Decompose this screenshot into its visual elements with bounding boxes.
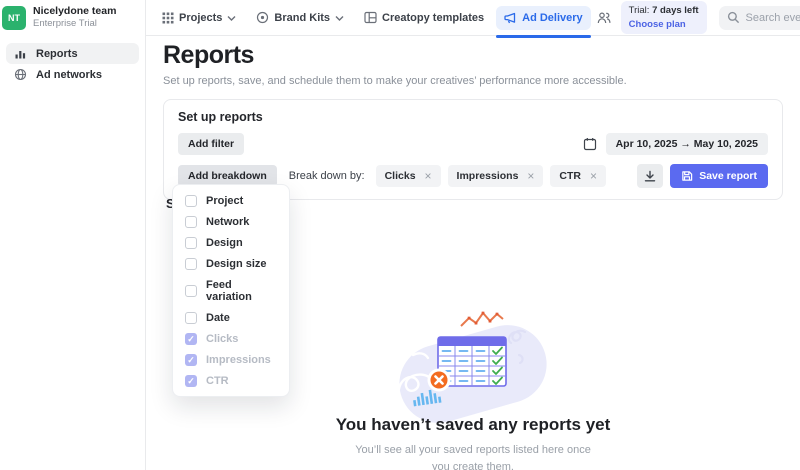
filter-row: Add filter Apr 10, 2025 → May 10, 2025 — [178, 133, 768, 155]
sidebar-nav: Reports Ad networks — [6, 43, 139, 85]
empty-state-title: You haven’t saved any reports yet — [335, 415, 611, 434]
nav-brand-kits[interactable]: Brand Kits — [248, 5, 352, 30]
menu-item-date[interactable]: Date — [173, 307, 289, 328]
templates-icon — [364, 11, 377, 24]
workspace-plan: Enterprise Trial — [33, 18, 97, 30]
menu-item-label: Impressions — [206, 353, 271, 366]
empty-subtitle-line1: You’ll see all your saved reports listed… — [355, 444, 591, 456]
chip-label: Impressions — [456, 170, 519, 182]
nav-creatopy-templates[interactable]: Creatopy templates — [356, 5, 492, 30]
empty-state-subtitle: You’ll see all your saved reports listed… — [163, 442, 783, 470]
search-icon — [727, 11, 739, 24]
members-button[interactable] — [595, 9, 613, 26]
reports-page: Reports Set up reports, save, and schedu… — [146, 36, 800, 470]
trial-banner[interactable]: Trial: 7 days left Choose plan — [620, 1, 707, 34]
search-bar[interactable]: × — [718, 5, 800, 30]
checkbox-checked — [185, 332, 197, 345]
menu-item-label: CTR — [206, 374, 229, 387]
download-icon — [645, 170, 656, 182]
page-subtitle: Set up reports, save, and schedule them … — [163, 75, 627, 87]
menu-item-design[interactable]: Design — [173, 232, 289, 253]
bar-chart-icon — [15, 51, 26, 59]
chevron-down-icon — [227, 15, 236, 21]
menu-item-ctr: CTR — [173, 370, 289, 391]
menu-item-label: Network — [206, 215, 250, 228]
chip-remove-icon[interactable]: × — [425, 170, 432, 182]
checkbox-checked — [185, 353, 197, 366]
workspace-name: Nicelydone team — [33, 5, 117, 17]
chevron-down-icon — [335, 15, 344, 21]
breakdown-chip-clicks: Clicks × — [375, 165, 441, 187]
workspace-logo: NT — [2, 5, 26, 30]
chip-remove-icon[interactable]: × — [527, 170, 534, 182]
page-title: Reports — [163, 41, 254, 69]
globe-icon — [14, 68, 27, 81]
save-icon — [682, 171, 693, 181]
checkbox-checked — [185, 374, 197, 387]
chip-label: Clicks — [384, 170, 416, 182]
download-report-button[interactable] — [637, 164, 664, 188]
menu-item-impressions: Impressions — [173, 349, 289, 370]
checkbox[interactable] — [185, 236, 197, 249]
nav-brand-kits-label: Brand Kits — [274, 11, 331, 24]
brand-kit-icon — [257, 11, 269, 24]
sidebar-item-ad-networks[interactable]: Ad networks — [6, 64, 139, 85]
search-input[interactable] — [745, 11, 800, 24]
checkbox[interactable] — [185, 194, 197, 207]
sidebar: NT Nicelydone team Enterprise Trial Repo… — [0, 0, 146, 470]
empty-subtitle-line2: you create them. — [432, 461, 514, 470]
users-icon — [597, 12, 611, 24]
trial-status: Trial: 7 days left — [628, 5, 699, 17]
grid-icon — [162, 12, 174, 23]
checkbox[interactable] — [185, 257, 197, 270]
menu-item-label: Design size — [206, 257, 267, 270]
empty-reports-illustration — [397, 311, 547, 423]
breakdown-chip-ctr: CTR × — [550, 165, 607, 187]
menu-item-label: Design — [206, 236, 243, 249]
sidebar-item-label: Reports — [36, 47, 78, 60]
menu-item-clicks: Clicks — [173, 328, 289, 349]
checkbox[interactable] — [185, 215, 197, 228]
menu-item-design-size[interactable]: Design size — [173, 253, 289, 274]
menu-item-project[interactable]: Project — [173, 190, 289, 211]
nav-creatopy-templates-label: Creatopy templates — [382, 11, 485, 24]
top-nav: Projects Brand Kits Creatopy templates A… — [146, 0, 800, 38]
save-report-label: Save report — [699, 170, 757, 182]
nav-projects-label: Projects — [179, 11, 223, 24]
app-window: NT Nicelydone team Enterprise Trial Repo… — [0, 0, 800, 470]
add-filter-button[interactable]: Add filter — [178, 133, 245, 155]
main-area: Projects Brand Kits Creatopy templates A… — [146, 0, 800, 470]
nav-ad-delivery[interactable]: Ad Delivery — [496, 5, 591, 38]
chip-label: CTR — [559, 170, 582, 182]
nav-projects[interactable]: Projects — [154, 6, 244, 30]
setup-reports-title: Set up reports — [178, 110, 263, 124]
calendar-icon — [583, 138, 596, 151]
menu-item-label: Project — [206, 194, 244, 207]
breakdown-chip-impressions: Impressions × — [447, 165, 544, 187]
sidebar-item-label: Ad networks — [36, 68, 103, 81]
save-report-button[interactable]: Save report — [670, 164, 768, 188]
date-range-picker[interactable]: Apr 10, 2025 → May 10, 2025 — [605, 133, 768, 155]
menu-item-label: Clicks — [206, 332, 239, 345]
sidebar-item-reports[interactable]: Reports — [6, 43, 139, 64]
breakdown-menu: Project Network Design Design size Feed … — [172, 184, 290, 397]
menu-item-feed-variation[interactable]: Feed variation — [173, 274, 289, 307]
workspace-switcher[interactable]: NT Nicelydone team Enterprise Trial — [0, 0, 145, 35]
menu-item-label: Feed variation — [206, 278, 252, 303]
nav-ad-delivery-label: Ad Delivery — [522, 11, 583, 24]
choose-plan-link[interactable]: Choose plan — [629, 18, 699, 31]
chip-remove-icon[interactable]: × — [590, 170, 597, 182]
checkbox[interactable] — [185, 284, 197, 297]
megaphone-icon — [504, 12, 516, 23]
menu-item-label: Date — [206, 311, 230, 324]
breakdown-label: Break down by: — [288, 170, 365, 182]
menu-item-network[interactable]: Network — [173, 211, 289, 232]
trial-days-left: 7 days left — [652, 5, 699, 17]
checkbox[interactable] — [185, 311, 197, 324]
